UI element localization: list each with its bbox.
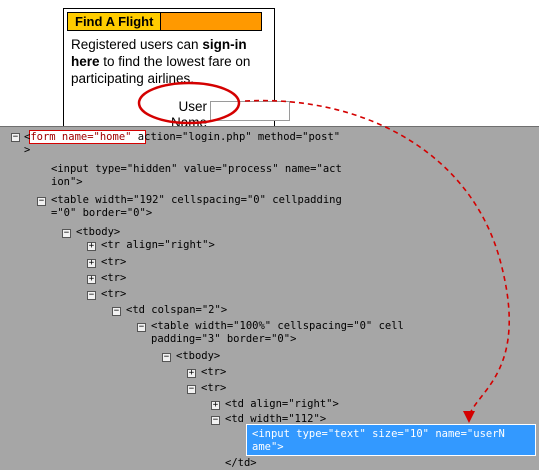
arrow-head-icon	[463, 411, 475, 423]
highlight-ellipse	[137, 81, 241, 125]
dashed-arrow-line	[244, 99, 510, 417]
annotation-overlay	[137, 81, 510, 423]
